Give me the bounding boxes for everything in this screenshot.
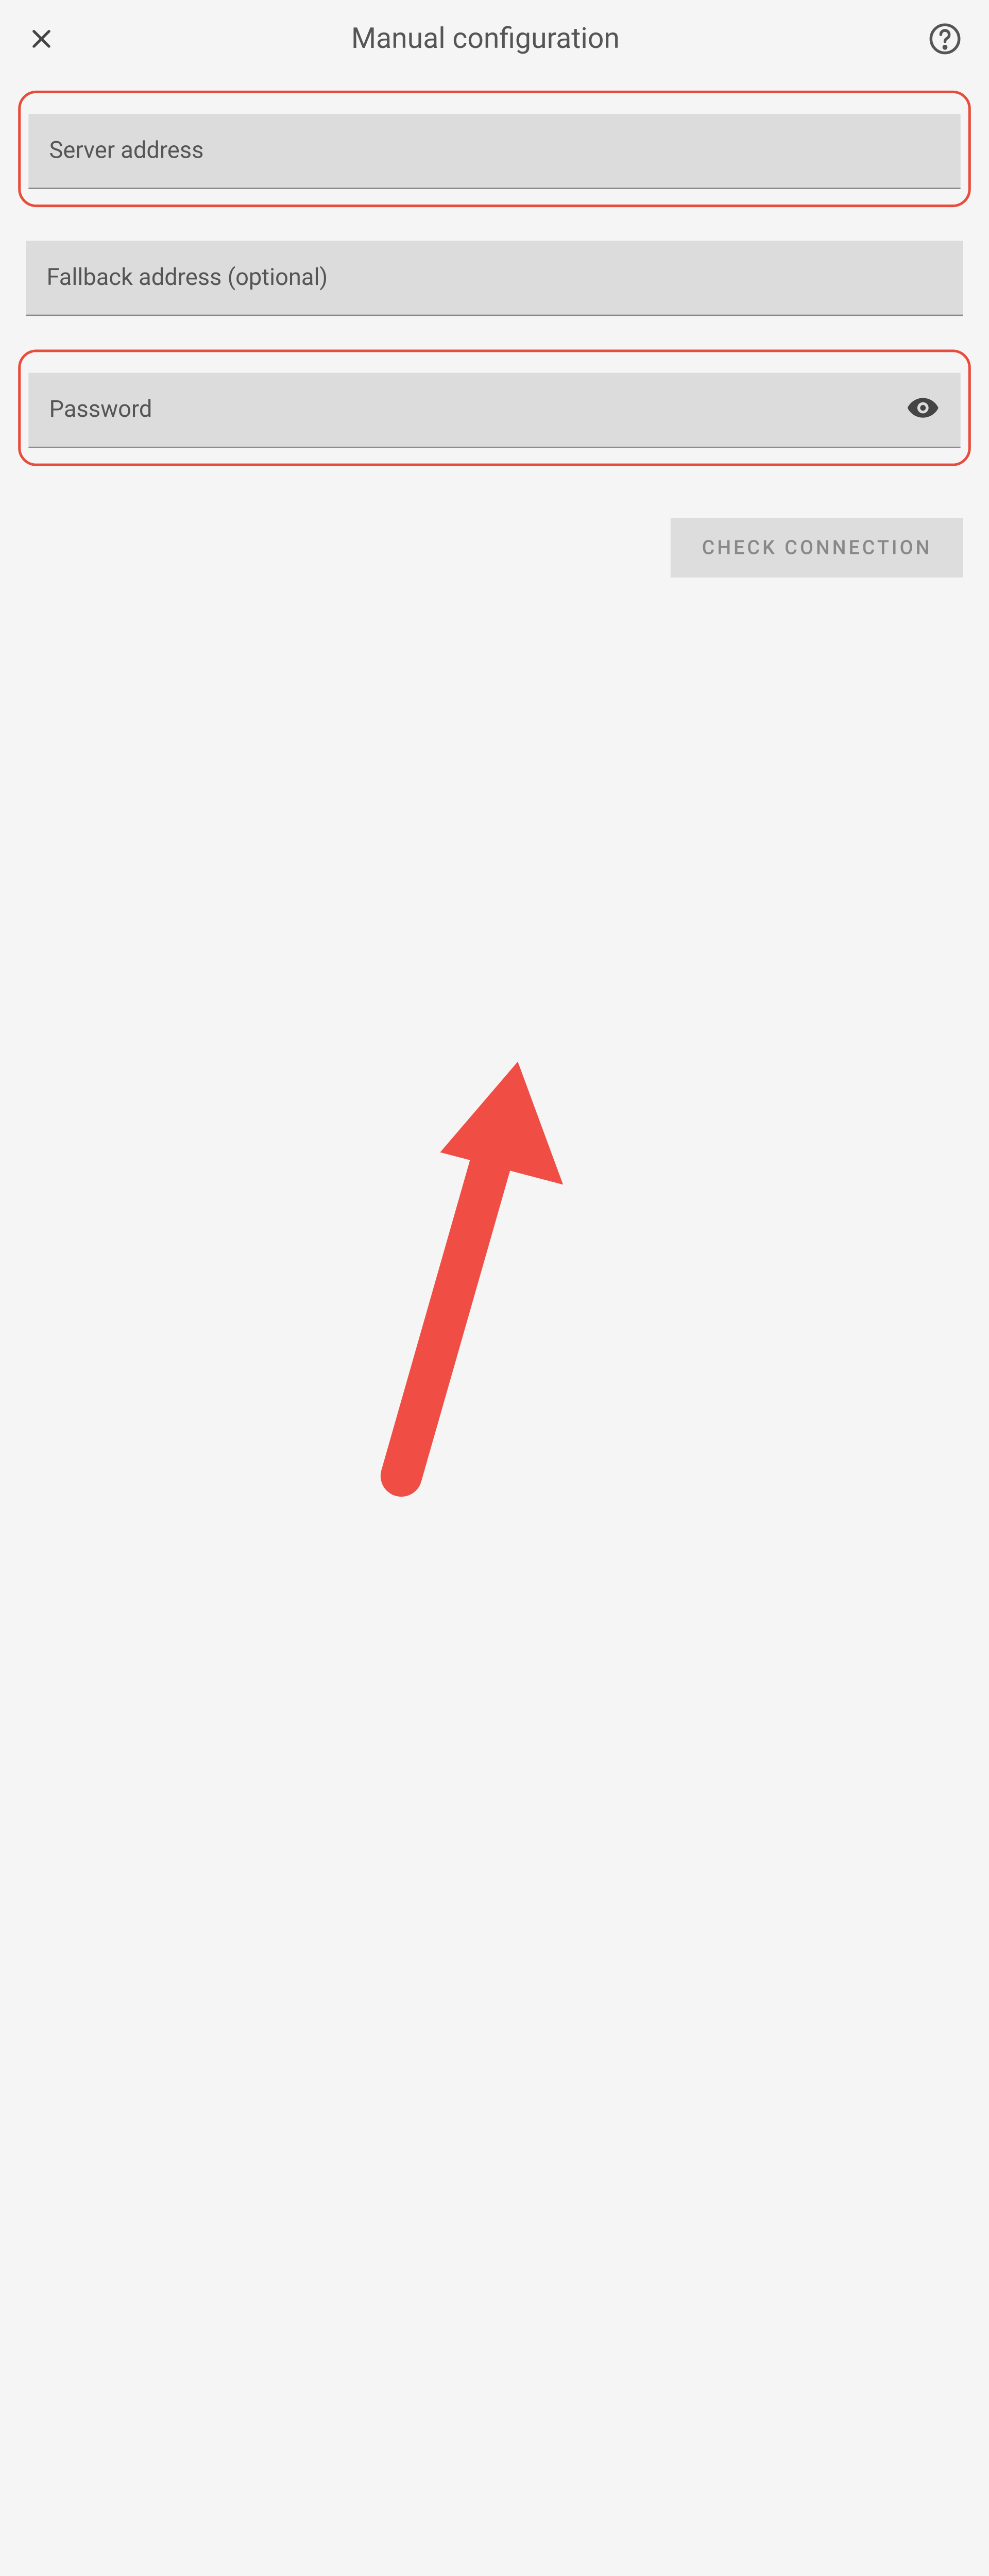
header-bar: Manual configuration	[0, 0, 989, 78]
password-input[interactable]	[49, 396, 940, 423]
fallback-address-wrapper	[26, 241, 963, 316]
page-title: Manual configuration	[44, 23, 927, 55]
annotation-arrow	[363, 1049, 595, 1502]
server-address-highlight	[18, 91, 971, 207]
help-button[interactable]	[927, 21, 963, 57]
server-address-wrapper	[28, 114, 960, 189]
eye-icon	[906, 391, 940, 424]
server-address-input[interactable]	[49, 137, 940, 164]
check-connection-button[interactable]: CHECK CONNECTION	[671, 518, 963, 578]
fallback-address-input[interactable]	[47, 264, 943, 292]
toggle-password-visibility[interactable]	[906, 391, 940, 429]
help-icon	[928, 22, 962, 56]
password-wrapper	[28, 373, 960, 448]
button-row: CHECK CONNECTION	[0, 513, 989, 583]
password-highlight	[18, 350, 971, 466]
form-section	[0, 78, 989, 513]
